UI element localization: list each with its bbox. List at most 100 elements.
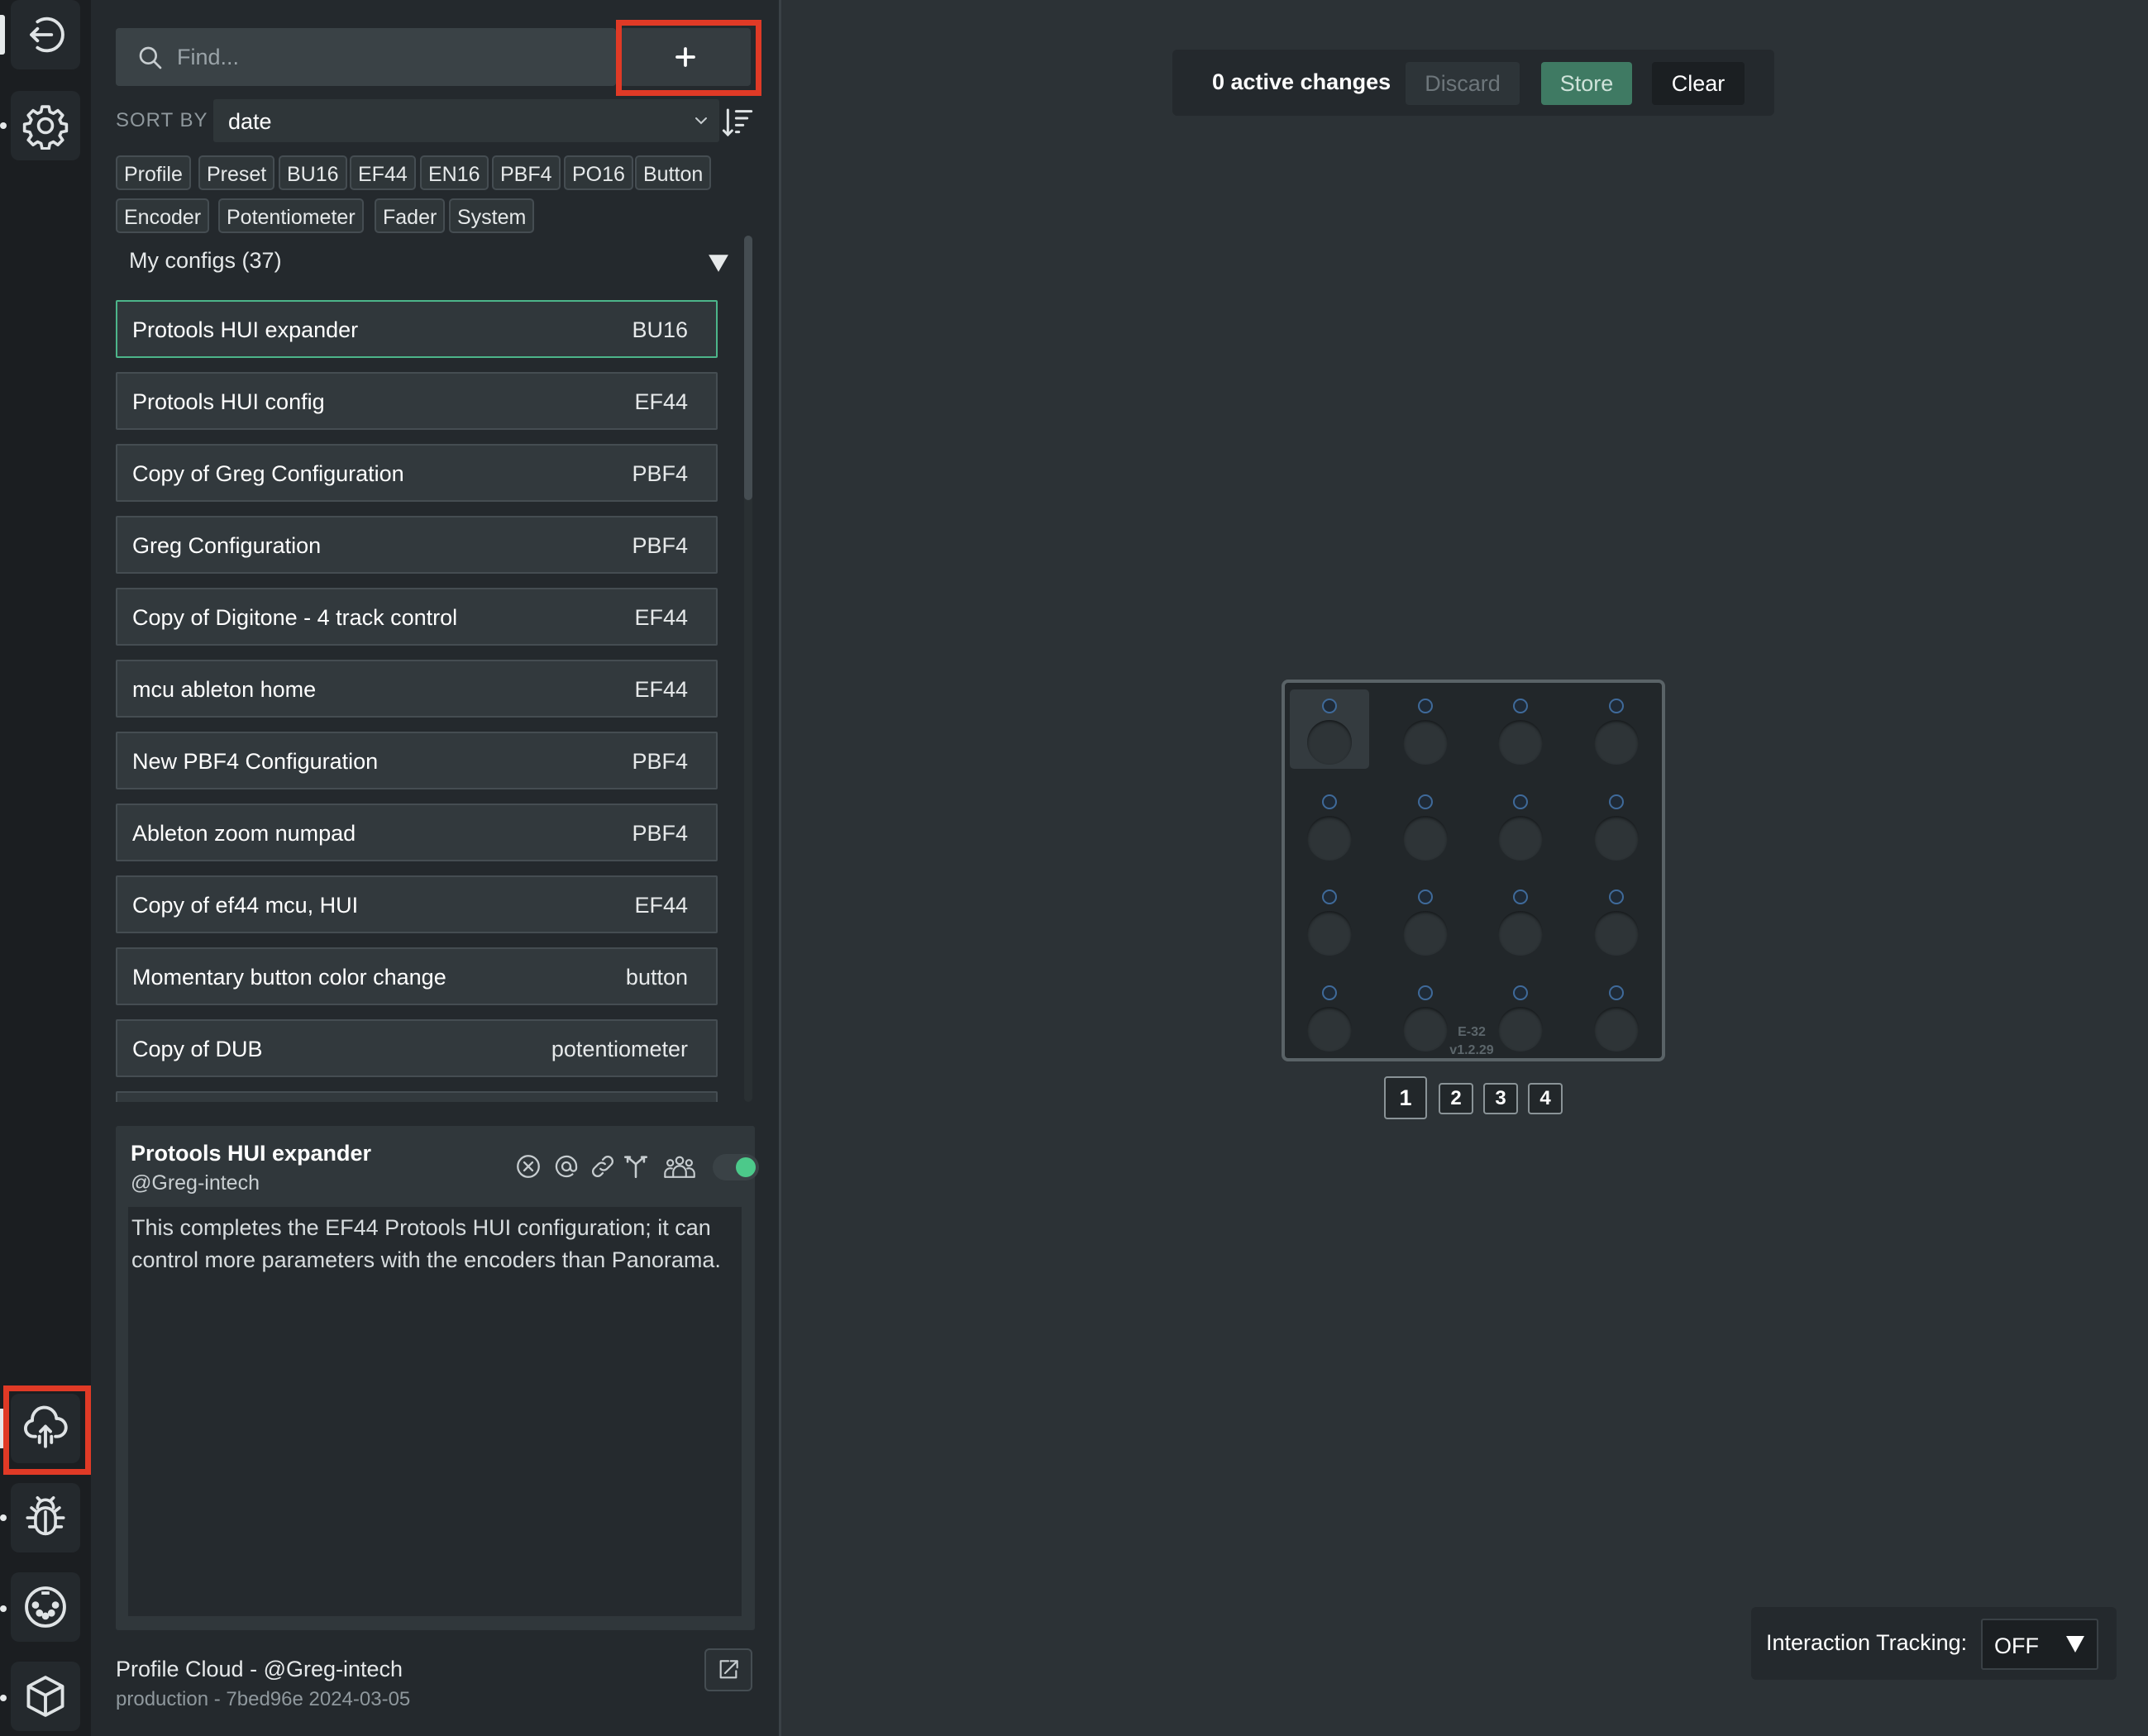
control-cell[interactable] [1290,976,1369,1056]
knob[interactable] [1498,720,1543,765]
tag-bu16[interactable]: BU16 [279,155,347,190]
control-cell[interactable] [1290,785,1369,865]
active-indicator [0,15,5,55]
config-row[interactable]: mcu ableton home EF44 [116,660,718,718]
discard-button[interactable]: Discard [1406,62,1520,105]
config-panel: SORT BY date Profile Preset BU16 EF44 EN… [91,0,781,1736]
config-name: Protools HUI expander [132,317,359,342]
config-type: PBF4 [632,749,688,774]
search-input[interactable] [177,28,607,86]
store-button[interactable]: Store [1541,62,1632,105]
tag-potentiometer[interactable]: Potentiometer [218,198,364,233]
knob[interactable] [1498,911,1543,956]
branch-icon[interactable] [622,1152,650,1180]
tag-fader[interactable]: Fader [375,198,446,233]
knob[interactable] [1403,911,1448,956]
knob[interactable] [1403,720,1448,765]
knob[interactable] [1403,816,1448,861]
config-row[interactable]: Copy of Greg Configuration PBF4 [116,444,718,502]
group-header[interactable]: My configs (37) [129,248,282,274]
control-cell[interactable] [1577,880,1656,960]
tag-pbf4[interactable]: PBF4 [492,155,561,190]
knob[interactable] [1498,816,1543,861]
sort-label: SORT BY [116,109,208,131]
config-row[interactable]: Copy of Digitone - 4 track control EF44 [116,588,718,646]
control-cell[interactable] [1481,785,1560,865]
led [1513,699,1528,713]
knob[interactable] [1594,720,1639,765]
package-button[interactable] [11,1662,80,1731]
config-row[interactable]: Copy of DUB potentiometer [116,1019,718,1077]
link-icon[interactable] [589,1152,617,1180]
sort-value: date [228,109,272,134]
control-cell[interactable] [1290,880,1369,960]
config-row[interactable]: Momentary button color change button [116,947,718,1005]
cloud-button[interactable] [11,1394,80,1463]
knob[interactable] [1307,720,1352,765]
config-row[interactable]: Ableton zoom numpad PBF4 [116,804,718,861]
community-icon[interactable] [663,1152,696,1180]
control-cell[interactable] [1386,785,1465,865]
control-cell[interactable] [1577,689,1656,769]
tag-en16[interactable]: EN16 [420,155,489,190]
control-cell[interactable] [1577,976,1656,1056]
debug-button[interactable] [11,1483,80,1552]
detail-author[interactable]: @Greg-intech [131,1171,260,1195]
control-cell[interactable] [1290,689,1369,769]
knob[interactable] [1307,911,1352,956]
config-row[interactable]: Copy of ef44 mcu, HUI EF44 [116,875,718,933]
tag-encoder[interactable]: Encoder [116,198,210,233]
remove-icon[interactable] [514,1152,542,1180]
led [1609,985,1624,1000]
page-button-1[interactable]: 1 [1384,1076,1427,1119]
tag-preset[interactable]: Preset [198,155,275,190]
config-row[interactable]: Protools HUI expander BU16 [116,300,718,358]
knob[interactable] [1594,911,1639,956]
config-row[interactable]: New PBF4 Configuration PBF4 [116,732,718,789]
clear-button[interactable]: Clear [1652,62,1745,105]
page-button-2[interactable]: 2 [1439,1083,1473,1114]
open-external-button[interactable] [704,1648,752,1691]
config-name: Copy of Greg Configuration [132,461,404,486]
page-button-4[interactable]: 4 [1528,1083,1563,1114]
active-changes-count: 0 active changes [1212,69,1391,94]
control-cell[interactable] [1386,880,1465,960]
scrollbar-thumb[interactable] [744,236,752,500]
rail-dot [0,122,7,129]
config-row-partial[interactable] [116,1091,718,1102]
sort-direction-button[interactable] [721,106,754,139]
config-row[interactable]: Protools HUI config EF44 [116,372,718,430]
tracking-select[interactable]: OFF [1981,1619,2098,1670]
config-name: Copy of Digitone - 4 track control [132,605,458,630]
tag-ef44[interactable]: EF44 [350,155,416,190]
midi-button[interactable] [11,1572,80,1642]
tag-profile[interactable]: Profile [116,155,191,190]
config-name: Greg Configuration [132,533,322,558]
tag-system[interactable]: System [449,198,535,233]
control-cell[interactable] [1577,785,1656,865]
page-button-3[interactable]: 3 [1483,1083,1518,1114]
control-cell[interactable] [1481,880,1560,960]
tag-po16[interactable]: PO16 [564,155,633,190]
control-cell[interactable] [1386,689,1465,769]
config-type: BU16 [632,317,688,342]
collapse-triangle-icon[interactable] [708,253,729,273]
config-row[interactable]: Greg Configuration PBF4 [116,516,718,574]
add-config-button[interactable] [620,28,751,86]
tag-button[interactable]: Button [635,155,712,190]
plus-icon [675,47,695,67]
config-type: EF44 [634,893,688,918]
settings-button[interactable] [11,91,80,160]
knob[interactable] [1307,1007,1352,1052]
knob[interactable] [1594,816,1639,861]
list-scrollbar[interactable] [744,236,752,1102]
at-icon[interactable] [552,1152,580,1180]
knob[interactable] [1594,1007,1639,1052]
debug-bug-icon [26,1496,65,1536]
device-model: E-32 [1458,1025,1486,1039]
visibility-toggle[interactable] [713,1154,759,1180]
knob[interactable] [1307,816,1352,861]
logout-button[interactable] [11,0,80,69]
sort-select[interactable]: date [213,99,719,142]
control-cell[interactable] [1481,689,1560,769]
